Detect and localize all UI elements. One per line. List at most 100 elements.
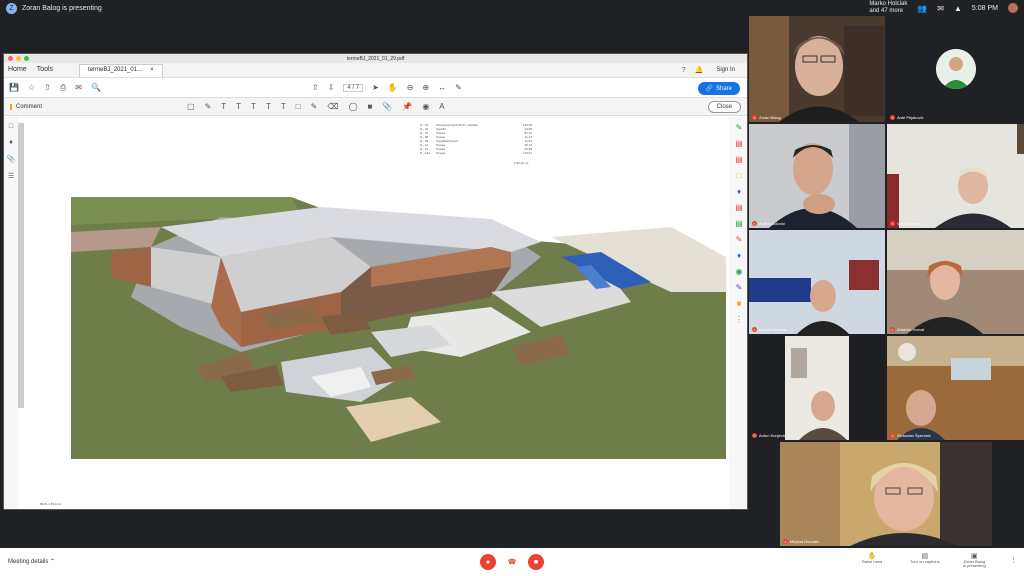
combine-files-icon[interactable]: ♦ [737,187,741,196]
participant-name: ✕ Goran Hamović [752,327,787,332]
help-icon[interactable]: ? [682,67,686,74]
participant-tile[interactable]: ✕ Goran Hamović [749,230,885,334]
stamp-icon[interactable]: ■ [368,102,373,111]
measure-icon[interactable]: ↔ [438,83,446,92]
attach-icon[interactable]: 📎 [382,102,392,111]
comment-toolbar: Comment ▢ ✎ T T T T T □ ✎ ⌫ ◯ ■ 📎 📌 ◉ A … [4,98,747,116]
stamp-tool-icon[interactable]: ■ [737,299,742,308]
user-avatar[interactable] [1008,3,1018,13]
comment-tool-icon[interactable]: □ [737,171,742,180]
participant-tile[interactable]: ✕ Zoran Balog [749,16,885,122]
pages-icon[interactable]: □ [9,123,13,130]
chat-icon[interactable]: ✉ [937,4,944,13]
pin-icon[interactable]: 📌 [402,102,412,111]
area-table-cell: N - 13a [420,151,430,155]
underline-icon[interactable]: T [221,102,226,111]
share-icon: 🔗 [705,86,713,92]
participant-name: ✕ Slobodan Šperanić [890,433,931,438]
more-vertical-icon: ⋮ [1010,557,1017,564]
page-indicator[interactable]: 4 / 7 [343,83,364,92]
sticky-note-icon[interactable]: ▢ [187,102,195,111]
search-icon[interactable]: 🔍 [91,83,101,93]
menu-tools[interactable]: Tools [33,66,59,77]
activities-icon[interactable]: ▲ [954,4,962,13]
send-for-signature-icon[interactable]: ✎ [736,283,743,292]
upload-icon[interactable]: ⇧ [44,83,51,93]
share-button[interactable]: 🔗 Share [697,82,740,95]
mic-off-icon: ✕ [890,221,895,226]
font-size-icon[interactable]: A [439,102,444,111]
text-comment-icon[interactable]: □ [296,102,301,111]
protect-icon[interactable]: ♦ [737,251,741,260]
participant-tile[interactable]: ✕ Vesna Kakai [887,124,1024,228]
people-icon[interactable]: 👥 [917,4,927,13]
insert-text-icon[interactable]: T [266,102,271,111]
mic-off-icon: ✕ [783,539,788,544]
document-tab[interactable]: termeBJ_2021_01... × [79,64,163,77]
raise-hand-button[interactable]: ✋ Raise hand [862,552,882,564]
zoom-in-icon[interactable]: ⊕ [422,83,429,92]
zoom-out-icon[interactable]: ⊖ [407,83,414,92]
draw-shapes-icon[interactable]: ◯ [349,102,358,111]
participant-tile[interactable]: ✕ Zdravka Horvat [887,230,1024,334]
page-navigation: ⇧ ⇩ 4 / 7 ➤ ✋ ⊖ ⊕ ↔ ✎ [312,83,462,92]
vertical-ruler [18,123,24,408]
attachments-icon[interactable]: 📎 [7,155,16,163]
pencil-icon[interactable]: ✎ [311,102,318,111]
pinned-participants[interactable]: Marko Holclak and 47 more [869,1,907,15]
mic-off-icon: ✕ [752,433,757,438]
print-icon[interactable]: ⎙ [60,83,66,93]
bookmark-star-icon[interactable]: ☆ [28,83,35,93]
export-pdf-icon[interactable]: ▤ [735,139,743,148]
sign-in-link[interactable]: Sign In [716,67,735,73]
more-tools-icon[interactable]: ⋮ [735,315,743,324]
edit-pdf-icon[interactable]: ✎ [736,123,743,132]
tab-close-icon[interactable]: × [150,67,154,73]
share-label: Share [715,85,732,92]
participant-tile[interactable]: ✕ Ante Pejaković [887,16,1024,122]
fill-sign-icon[interactable]: ✎ [736,235,743,244]
meeting-details-button[interactable]: Meeting details ⌃ [8,558,55,565]
participant-tile[interactable]: ✕ Mirjana Horvatić [780,442,992,546]
area-table: N - 01 Ulaz/predvorje/hodnici, stubišta 14… [420,123,532,155]
page-up-icon[interactable]: ⇧ [312,83,319,92]
strikethrough-icon[interactable]: T [236,102,241,111]
document-content: □ ♦ 📎 ☰ N - 01 Ulaz/predvorje/hodnici, st… [4,117,747,509]
bookmarks-icon[interactable]: ♦ [9,139,13,146]
text-box-icon[interactable]: T [281,102,286,111]
participant-tile[interactable]: ✕ Slobodan Šperanić [887,336,1024,440]
sign-icon[interactable]: ✎ [455,83,462,92]
replace-text-icon[interactable]: T [251,102,256,111]
notifications-icon[interactable]: 🔔 [695,66,704,74]
camera-off-icon[interactable]: ■ [528,554,544,570]
menu-home[interactable]: Home [4,66,33,77]
scan-icon[interactable]: ▤ [735,219,743,228]
document-tab-label: termeBJ_2021_01... [88,67,143,73]
left-navigation-rail: □ ♦ 📎 ☰ [4,117,18,509]
save-icon[interactable]: 💾 [9,83,19,93]
captions-button[interactable]: ▤ Turn on captions [910,552,940,564]
layers-icon[interactable]: ☰ [8,172,14,180]
presenting-button[interactable]: ▣ Zoran Balog is presenting [963,552,986,568]
page-down-icon[interactable]: ⇩ [328,83,335,92]
mic-off-icon[interactable]: ● [480,554,496,570]
hand-icon[interactable]: ✋ [388,83,398,92]
clock: 5:08 PM [971,4,998,12]
email-icon[interactable]: ✉ [75,83,82,93]
top-right-controls: Marko Holclak and 47 more 👥 ✉ ▲ 5:08 PM [869,0,1024,16]
organize-pages-icon[interactable]: ▤ [735,203,743,212]
pointer-icon[interactable]: ➤ [372,83,379,92]
eraser-icon[interactable]: ⌫ [327,102,338,111]
hangup-icon[interactable]: ☎ [508,554,517,570]
close-comment-button[interactable]: Close [707,101,741,113]
more-options-button[interactable]: ⋮ [1010,556,1017,564]
highlight-icon[interactable]: ✎ [205,102,212,111]
fill-icon[interactable]: ◉ [422,102,429,111]
compress-icon[interactable]: ◉ [736,267,743,276]
create-pdf-icon[interactable]: ▤ [735,155,743,164]
participant-tile[interactable]: ✕ Antun Konjević [749,336,885,440]
pdf-page[interactable]: N - 01 Ulaz/predvorje/hodnici, stubišta 14… [18,117,729,509]
participant-tile[interactable]: ✕ Ante Ivanković [749,124,885,228]
area-table-cell: Terasa [436,151,446,155]
mic-off-icon: ✕ [752,221,757,226]
